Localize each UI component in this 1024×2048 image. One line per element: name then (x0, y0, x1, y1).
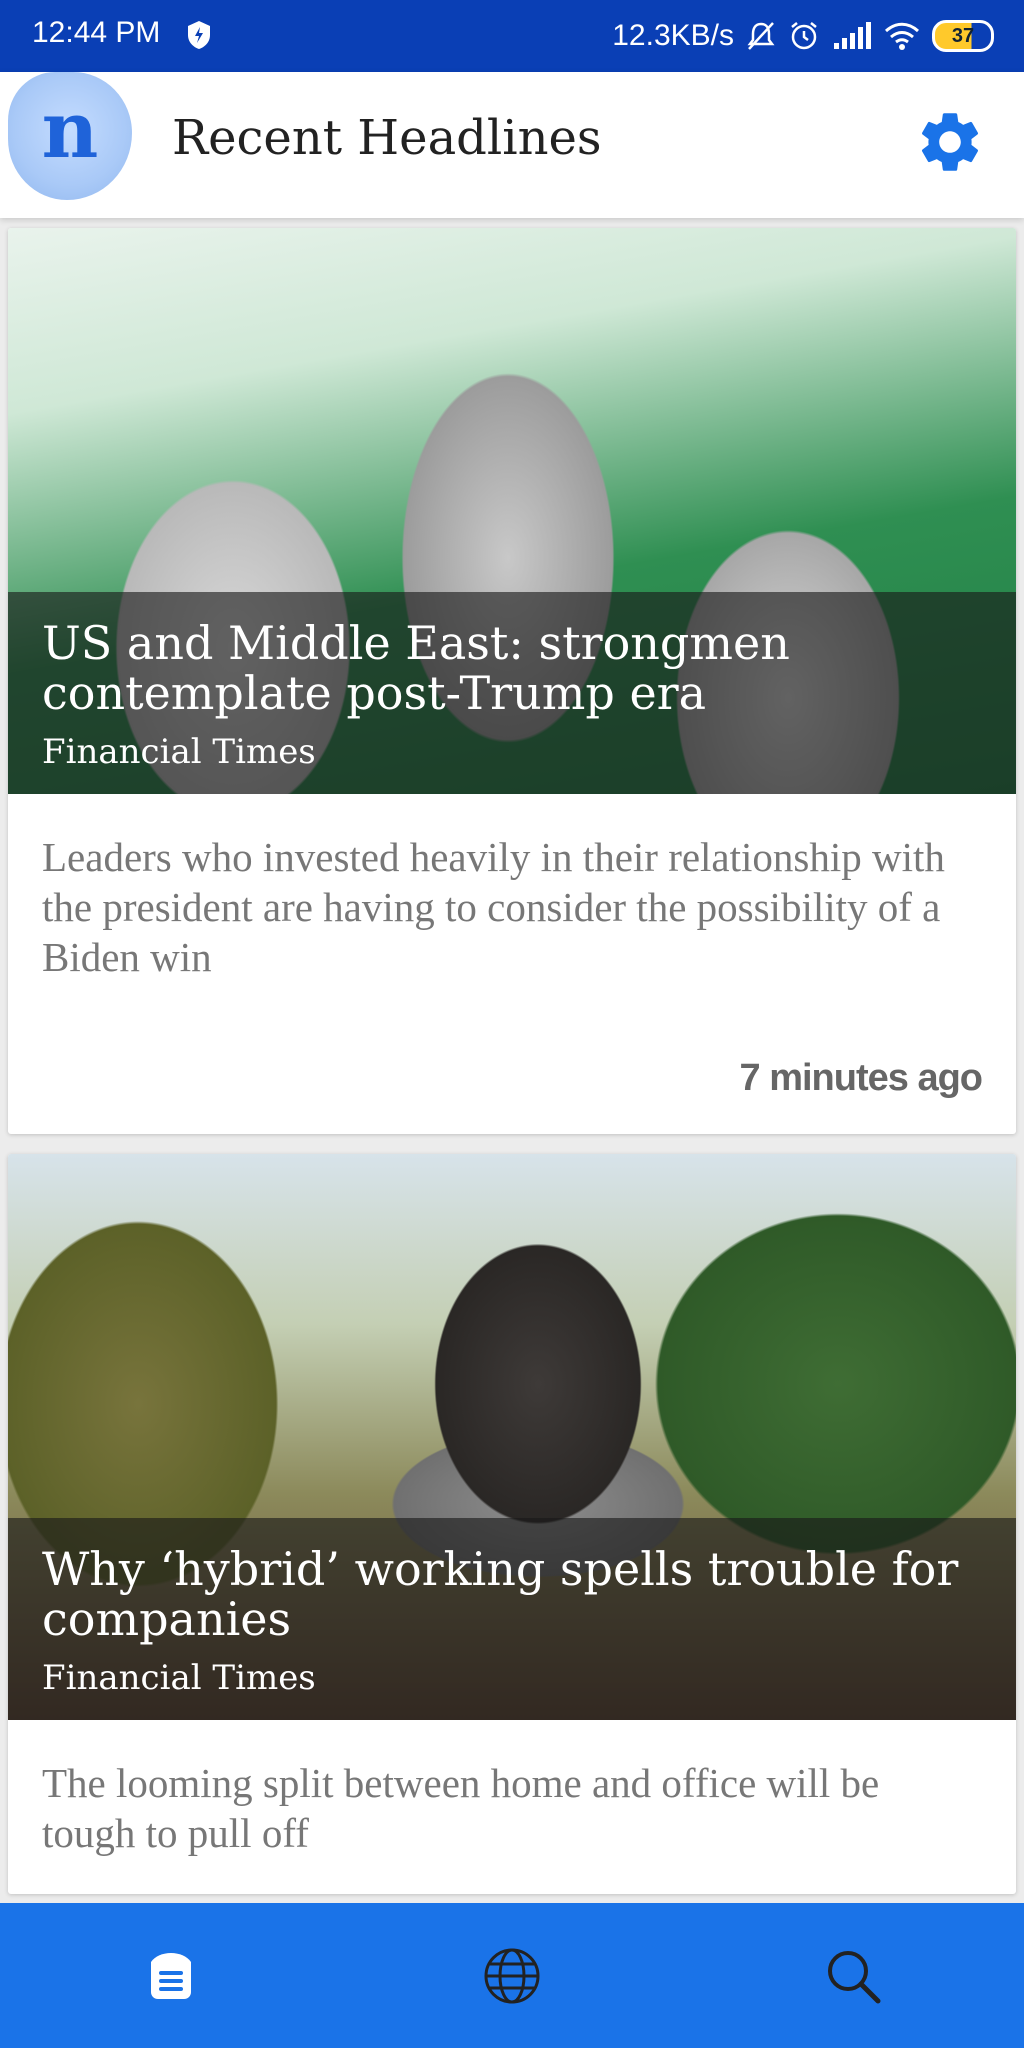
status-bar: 12:44 PM 12.3KB/s 37 (0, 0, 1024, 72)
article-card[interactable]: Why ‘hybrid’ working spells trouble for … (8, 1154, 1016, 1894)
battery-indicator: 37 (932, 20, 994, 52)
status-time: 12:44 PM (32, 16, 161, 49)
gear-icon[interactable] (914, 106, 986, 178)
article-headline: US and Middle East: strongmen contemplat… (42, 616, 790, 720)
alarm-icon (791, 22, 817, 50)
wifi-icon (884, 22, 920, 50)
page-title: Recent Headlines (172, 110, 602, 166)
app-bar: n Recent Headlines (0, 72, 1024, 218)
nav-world[interactable] (467, 1931, 557, 2021)
app-logo: n (8, 72, 132, 200)
signal-icon (834, 22, 871, 49)
mute-bell-icon (747, 22, 775, 50)
article-headline: Why ‘hybrid’ working spells trouble for … (42, 1542, 959, 1646)
search-icon (828, 1950, 881, 2003)
nav-headlines[interactable] (126, 1931, 216, 2021)
article-summary: The looming split between home and offic… (42, 1760, 880, 1856)
battery-level: 37 (951, 24, 975, 47)
article-time: 7 minutes ago (739, 1057, 983, 1099)
article-source: Financial Times (42, 732, 316, 772)
shield-flash-icon (188, 21, 210, 49)
status-right: 12.3KB/s 37 (612, 14, 994, 58)
bottom-nav (0, 1903, 1024, 2048)
logo-letter: n (41, 84, 99, 176)
article-source: Financial Times (42, 1658, 316, 1698)
article-card[interactable]: US and Middle East: strongmen contemplat… (8, 228, 1016, 1134)
nav-search[interactable] (808, 1931, 898, 2021)
article-image: Why ‘hybrid’ working spells trouble for … (8, 1154, 1016, 1720)
globe-icon (484, 1948, 540, 2003)
network-speed: 12.3KB/s (612, 19, 734, 52)
article-summary: Leaders who invested heavily in their re… (42, 834, 945, 980)
article-image: US and Middle East: strongmen contemplat… (8, 228, 1016, 794)
headlines-icon (150, 1952, 191, 1999)
